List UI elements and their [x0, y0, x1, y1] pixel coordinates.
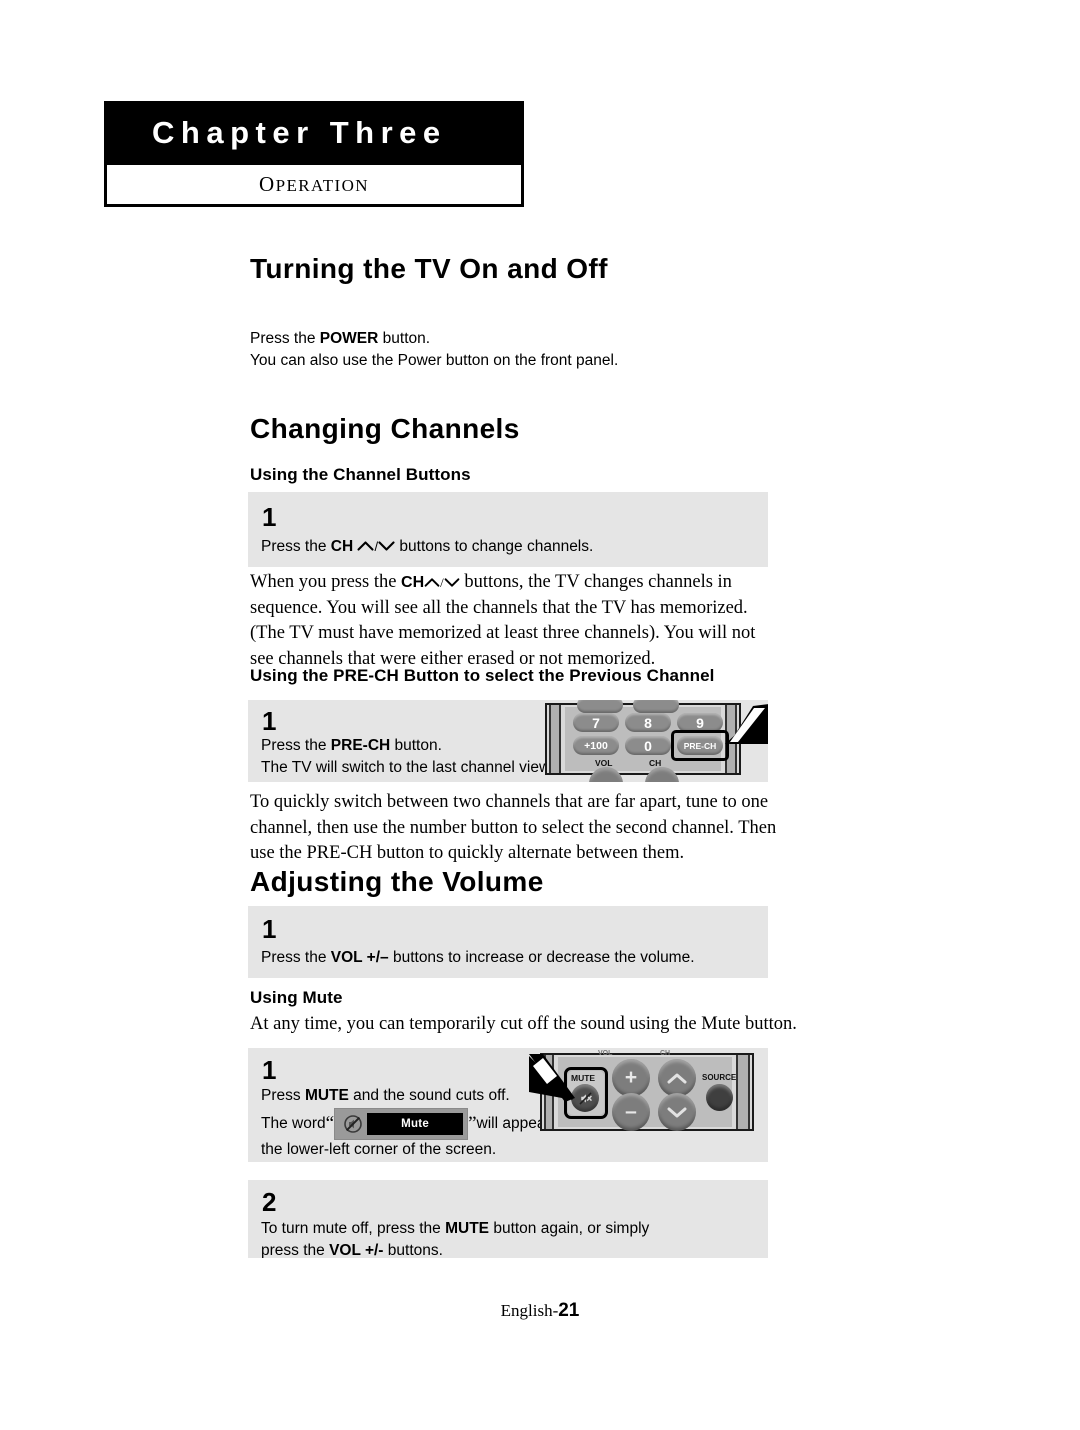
- paragraph-pre-ch-usage: To quickly switch between two channels t…: [250, 792, 777, 863]
- step-box-pre-ch: 1 Press the PRE-CH button. The TV will s…: [248, 700, 768, 782]
- step-box-mute-2: 2 To turn mute off, press the MUTE butto…: [248, 1180, 768, 1258]
- ch-text-c: buttons to change channels.: [395, 538, 594, 555]
- remote-button-plus100[interactable]: +100: [573, 736, 619, 755]
- mute-text-a: Press: [261, 1087, 305, 1104]
- paragraph-channel-sequence: When you press the CH / buttons, the TV c…: [250, 572, 756, 669]
- ch-text-a: Press the: [261, 538, 331, 555]
- mute-off-text-c: button again, or simply: [489, 1220, 650, 1237]
- prech-text-c: button.: [390, 737, 442, 754]
- prech-line2: The TV will switch to the last channel v…: [261, 759, 572, 776]
- step-number: 1: [262, 706, 277, 736]
- step-box-mute-1: 1 Press MUTE and the sound cuts off. The…: [248, 1048, 768, 1162]
- channel-down-icon: [444, 577, 460, 588]
- mute-speaker-icon: [339, 1113, 368, 1135]
- step-box-volume: 1 Press the VOL +/– buttons to increase …: [248, 906, 768, 978]
- mute-keyword: MUTE: [304, 1087, 349, 1104]
- ch-keyword: CH: [330, 538, 354, 555]
- prech-text-a: Press the: [261, 737, 331, 754]
- step-number: 1: [262, 1055, 277, 1085]
- vol-text-a: Press the: [261, 949, 331, 966]
- mute-off-keyword-vol: VOL +/-: [329, 1242, 384, 1258]
- power-text-a: Press the: [250, 330, 320, 347]
- pre-ch-highlight-box: [671, 730, 729, 761]
- remote-rail-left: [549, 705, 561, 773]
- osd-mute-label: Mute: [367, 1113, 464, 1135]
- remote-button-7[interactable]: 7: [573, 713, 619, 732]
- remote-label-ch-partial: CH: [660, 1050, 671, 1057]
- paragraph-power-button: Press the POWER button. You can also use…: [250, 328, 790, 372]
- chapter-subtitle-bar: OPERATION: [104, 165, 524, 207]
- chapter-title-bar: Chapter Three: [104, 101, 524, 165]
- remote-volume-down-button[interactable]: –: [612, 1093, 650, 1131]
- mute-off-text-f: buttons.: [383, 1242, 443, 1258]
- chapter-title: Chapter Three: [152, 115, 447, 150]
- remote-label-source: SOURCE: [702, 1073, 737, 1082]
- chapter-subtitle: OPERATION: [259, 172, 369, 196]
- heading-adjusting-volume: Adjusting the Volume: [250, 866, 544, 897]
- remote-channel-up-button[interactable]: [658, 1059, 696, 1097]
- footer-page-number: 21: [558, 1300, 580, 1321]
- remote-rail-right: [736, 1055, 750, 1129]
- step-text-channel-buttons: Press the CH / buttons to change channel…: [261, 536, 593, 558]
- manual-page: Chapter Three OPERATION Turning the TV O…: [0, 0, 1080, 1430]
- remote-label-vol-partial: VOL: [598, 1050, 613, 1057]
- mute-off-text-d: press the: [261, 1242, 330, 1258]
- mute-off-keyword: MUTE: [445, 1220, 490, 1237]
- page-footer: English-21: [0, 1300, 1080, 1322]
- step-number: 2: [262, 1187, 277, 1217]
- remote-volume-up-button[interactable]: +: [612, 1059, 650, 1097]
- step-text-mute-off: To turn mute off, press the MUTE button …: [261, 1218, 649, 1258]
- osd-mute-indicator: Mute: [334, 1108, 469, 1140]
- quote-close: ”: [468, 1113, 477, 1134]
- callout-arrow-pre-ch: [723, 700, 768, 762]
- vol-text-c: buttons to increase or decrease the volu…: [388, 949, 695, 966]
- power-keyword: POWER: [319, 330, 379, 347]
- step-number: 1: [262, 502, 277, 532]
- prech-keyword: PRE-CH: [330, 737, 391, 754]
- heading-pre-ch-button: Using the PRE-CH Button to select the Pr…: [250, 666, 715, 685]
- remote-button-partial-top-mid: [633, 700, 679, 713]
- channel-up-icon: [424, 577, 440, 588]
- chapter-header: Chapter Three OPERATION: [104, 101, 524, 207]
- power-text-c: button.: [378, 330, 431, 347]
- remote-button-8[interactable]: 8: [625, 713, 671, 732]
- chevron-up-icon: [667, 1073, 687, 1083]
- paragraph-mute-intro: At any time, you can temporarily cut off…: [250, 1014, 797, 1034]
- step-box-channel-buttons: 1 Press the CH / buttons to change chann…: [248, 492, 768, 567]
- step-text-mute-line2: The word “ Mute ” will appear in: [261, 1108, 567, 1140]
- heading-using-mute: Using Mute: [250, 988, 343, 1007]
- mute-off-text-a: To turn mute off, press the: [261, 1220, 446, 1237]
- chevron-down-icon: [667, 1107, 687, 1117]
- seq-text-a: When you press the: [250, 572, 402, 592]
- step-number: 1: [262, 914, 277, 944]
- heading-changing-channels: Changing Channels: [250, 413, 520, 444]
- remote-source-button[interactable]: [706, 1084, 733, 1111]
- mute-word-prefix: The word: [261, 1115, 326, 1132]
- step-text-volume: Press the VOL +/– buttons to increase or…: [261, 947, 695, 969]
- callout-arrow-mute: [527, 1052, 579, 1110]
- power-line2: You can also use the Power button on the…: [250, 352, 619, 369]
- mute-speaker-icon: [578, 1091, 592, 1105]
- step-text-mute-line1: Press MUTE and the sound cuts off.: [261, 1085, 510, 1107]
- step-text-pre-ch: Press the PRE-CH button. The TV will swi…: [261, 735, 572, 779]
- remote-button-partial-top-left: [577, 700, 623, 713]
- channel-down-icon: [378, 540, 395, 552]
- remote-channel-down-button[interactable]: [658, 1093, 696, 1131]
- step-text-mute-line3: the lower-left corner of the screen.: [261, 1141, 497, 1158]
- remote-button-0[interactable]: 0: [625, 736, 671, 755]
- remote-control-image-pre-ch: 7 8 9 +100 0 PRE-CH VOL CH: [545, 700, 741, 782]
- mute-text-c: and the sound cuts off.: [348, 1087, 510, 1104]
- vol-keyword: VOL +/–: [330, 949, 389, 966]
- quote-open: “: [325, 1113, 335, 1134]
- channel-up-icon: [357, 540, 375, 552]
- seq-keyword: CH: [401, 574, 425, 591]
- footer-language: English-: [500, 1301, 559, 1320]
- heading-turning-tv-on-off: Turning the TV On and Off: [250, 253, 608, 284]
- heading-using-channel-buttons: Using the Channel Buttons: [250, 465, 471, 484]
